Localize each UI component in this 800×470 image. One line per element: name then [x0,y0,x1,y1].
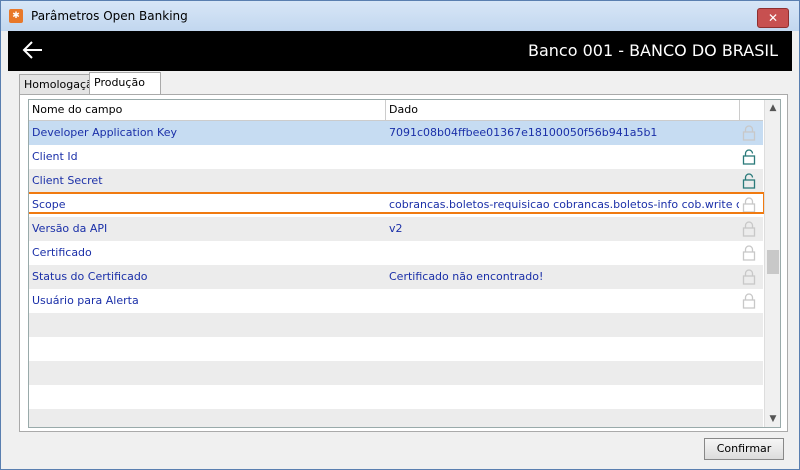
lock-icon[interactable] [742,245,756,261]
grid-header: Nome do campo Dado [29,100,763,121]
field-name: Developer Application Key [32,126,177,139]
field-value[interactable]: v2 [389,222,739,235]
tab-producao[interactable]: Produção [89,72,161,95]
scrollbar-thumb[interactable] [767,250,779,274]
vertical-scrollbar[interactable]: ▲ ▼ [764,100,780,427]
field-name: Versão da API [32,222,108,235]
column-separator [385,100,386,120]
field-name: Client Id [32,150,78,163]
empty-row [29,337,763,361]
lock-icon[interactable] [742,269,756,285]
lock-open-icon[interactable] [742,173,756,189]
title-bar: ✱ Parâmetros Open Banking ✕ [1,1,799,31]
close-button[interactable]: ✕ [757,8,789,28]
column-separator [739,100,740,120]
column-header-value[interactable]: Dado [389,103,418,116]
column-header-field[interactable]: Nome do campo [32,103,122,116]
field-name: Usuário para Alerta [32,294,139,307]
confirm-button[interactable]: Confirmar [704,438,784,460]
field-name: Certificado [32,246,92,259]
lock-icon[interactable] [742,221,756,237]
table-row[interactable]: Client Secret [29,169,763,193]
table-row[interactable]: Status do Certificado Certificado não en… [29,265,763,289]
table-row[interactable]: Developer Application Key 7091c08b04ffbe… [29,121,763,145]
empty-row [29,361,763,385]
scope-highlight-box [29,192,765,214]
field-name: Status do Certificado [32,270,148,283]
table-row[interactable]: Client Id [29,145,763,169]
table-row[interactable]: Usuário para Alerta [29,289,763,313]
empty-row [29,313,763,337]
lock-open-icon[interactable] [742,149,756,165]
lock-icon[interactable] [742,293,756,309]
tab-homologacao[interactable]: Homologação [19,74,99,94]
back-arrow-icon[interactable] [20,37,46,63]
bank-title: Banco 001 - BANCO DO BRASIL [528,41,778,60]
empty-row [29,385,763,409]
dialog-window: ✱ Parâmetros Open Banking ✕ Banco 001 - … [0,0,800,470]
table-row[interactable]: Certificado [29,241,763,265]
empty-row [29,409,763,427]
scroll-up-icon[interactable]: ▲ [765,100,780,116]
window-title: Parâmetros Open Banking [31,9,188,23]
field-name: Client Secret [32,174,103,187]
tab-panel: Nome do campo Dado Developer Application… [19,94,788,432]
header-bar: Banco 001 - BANCO DO BRASIL [8,31,792,71]
field-value[interactable]: Certificado não encontrado! [389,270,739,283]
parameters-grid: Nome do campo Dado Developer Application… [28,99,781,428]
app-icon: ✱ [9,9,23,23]
table-row[interactable]: Versão da API v2 [29,217,763,241]
scroll-down-icon[interactable]: ▼ [765,411,780,427]
lock-icon[interactable] [742,125,756,141]
field-value[interactable]: 7091c08b04ffbee01367e18100050f56b941a5b1 [389,126,739,139]
